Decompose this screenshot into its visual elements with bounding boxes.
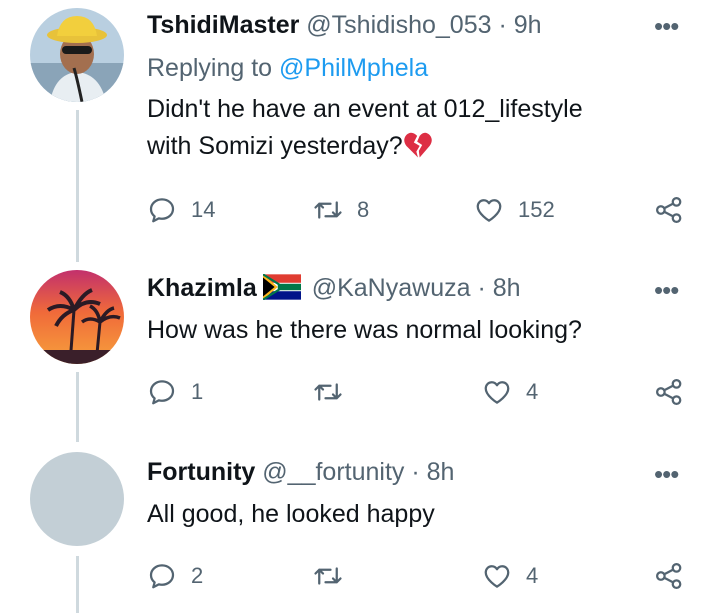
tweet-text: All good, he looked happy	[147, 496, 435, 533]
more-options-icon[interactable]: •••	[654, 461, 679, 487]
heart-icon	[484, 565, 510, 588]
like-button[interactable]: 152	[474, 193, 555, 227]
tweet-actions: 2 4	[0, 559, 720, 593]
tweet-text: How was he there was normal looking?	[147, 312, 582, 349]
reply-button[interactable]: 1	[147, 375, 203, 409]
retweet-count: 8	[357, 197, 370, 222]
reply-count: 1	[191, 379, 204, 404]
avatar-image	[30, 270, 124, 364]
reply-icon	[149, 380, 175, 405]
tweet-text-line: Didn't he have an event at 012_lifestyle	[147, 95, 583, 123]
separator-dot: ·	[411, 458, 420, 486]
timestamp[interactable]: 8h	[427, 458, 455, 486]
retweet-button[interactable]: 8	[313, 193, 369, 227]
timestamp[interactable]: 9h	[514, 11, 542, 39]
separator-dot: ·	[498, 11, 507, 39]
share-icon	[656, 563, 682, 589]
separator-dot: ·	[477, 274, 486, 302]
retweet-icon	[314, 201, 342, 219]
replying-to: Replying to @PhilMphela	[147, 53, 428, 83]
heart-icon	[484, 381, 510, 404]
tweet-header: Khazimla @KaNyawuza · 8h	[147, 273, 521, 303]
broken-heart-icon	[403, 132, 432, 158]
display-name[interactable]: Khazimla	[147, 274, 257, 302]
like-button[interactable]: 4	[482, 559, 538, 593]
reply-button[interactable]: 2	[147, 559, 203, 593]
user-handle[interactable]: @KaNyawuza	[312, 274, 471, 302]
thread-line	[76, 110, 79, 262]
reply-icon	[149, 564, 175, 589]
avatar-khazimla[interactable]	[30, 270, 124, 364]
tweet-2[interactable]: Khazimla @KaNyawuza · 8h ••• How was he …	[0, 262, 720, 442]
tweet-text-line: with Somizi yesterday?	[147, 132, 403, 160]
share-button[interactable]	[654, 375, 684, 409]
tweet-text: Didn't he have an event at 012_lifestyle…	[147, 91, 583, 165]
display-name[interactable]: Fortunity	[147, 458, 255, 486]
reply-icon	[149, 198, 175, 223]
share-icon	[656, 379, 682, 405]
retweet-icon	[314, 567, 342, 585]
user-handle[interactable]: @__fortunity	[262, 458, 404, 486]
mention-link[interactable]: @PhilMphela	[279, 54, 428, 82]
avatar-tshidimaster[interactable]	[30, 8, 124, 102]
tweet-header: Fortunity @__fortunity · 8h	[147, 457, 454, 487]
avatar-image	[30, 8, 124, 102]
retweet-button[interactable]	[313, 559, 343, 593]
avatar-fortunity[interactable]	[30, 452, 124, 546]
reply-count: 14	[191, 197, 216, 222]
like-count: 4	[526, 563, 539, 588]
like-count: 152	[518, 197, 555, 222]
retweet-button[interactable]	[313, 375, 343, 409]
more-options-icon[interactable]: •••	[654, 277, 679, 303]
user-handle[interactable]: @Tshidisho_053	[306, 11, 491, 39]
tweet-header: TshidiMaster @Tshidisho_053 · 9h	[147, 10, 542, 40]
tweet-3[interactable]: Fortunity @__fortunity · 8h ••• All good…	[0, 444, 720, 613]
tweet-text-line: How was he there was normal looking?	[147, 316, 582, 344]
more-options-icon[interactable]: •••	[654, 13, 679, 39]
heart-icon	[476, 199, 502, 222]
share-button[interactable]	[654, 559, 684, 593]
tweet-actions: 1 4	[0, 375, 720, 409]
like-count: 4	[526, 379, 539, 404]
south-africa-flag-icon	[262, 274, 301, 300]
reply-count: 2	[191, 563, 204, 588]
tweet-actions: 14 8 152	[0, 193, 720, 227]
reply-button[interactable]: 14	[147, 193, 215, 227]
tweet-text-line: All good, he looked happy	[147, 500, 435, 528]
retweet-icon	[314, 383, 342, 401]
display-name[interactable]: TshidiMaster	[147, 11, 299, 39]
replying-prefix: Replying to	[147, 54, 280, 82]
tweet-1[interactable]: TshidiMaster @Tshidisho_053 · 9h ••• Rep…	[0, 0, 720, 262]
timestamp[interactable]: 8h	[493, 274, 521, 302]
like-button[interactable]: 4	[482, 375, 538, 409]
share-button[interactable]	[654, 193, 684, 227]
share-icon	[656, 197, 682, 223]
